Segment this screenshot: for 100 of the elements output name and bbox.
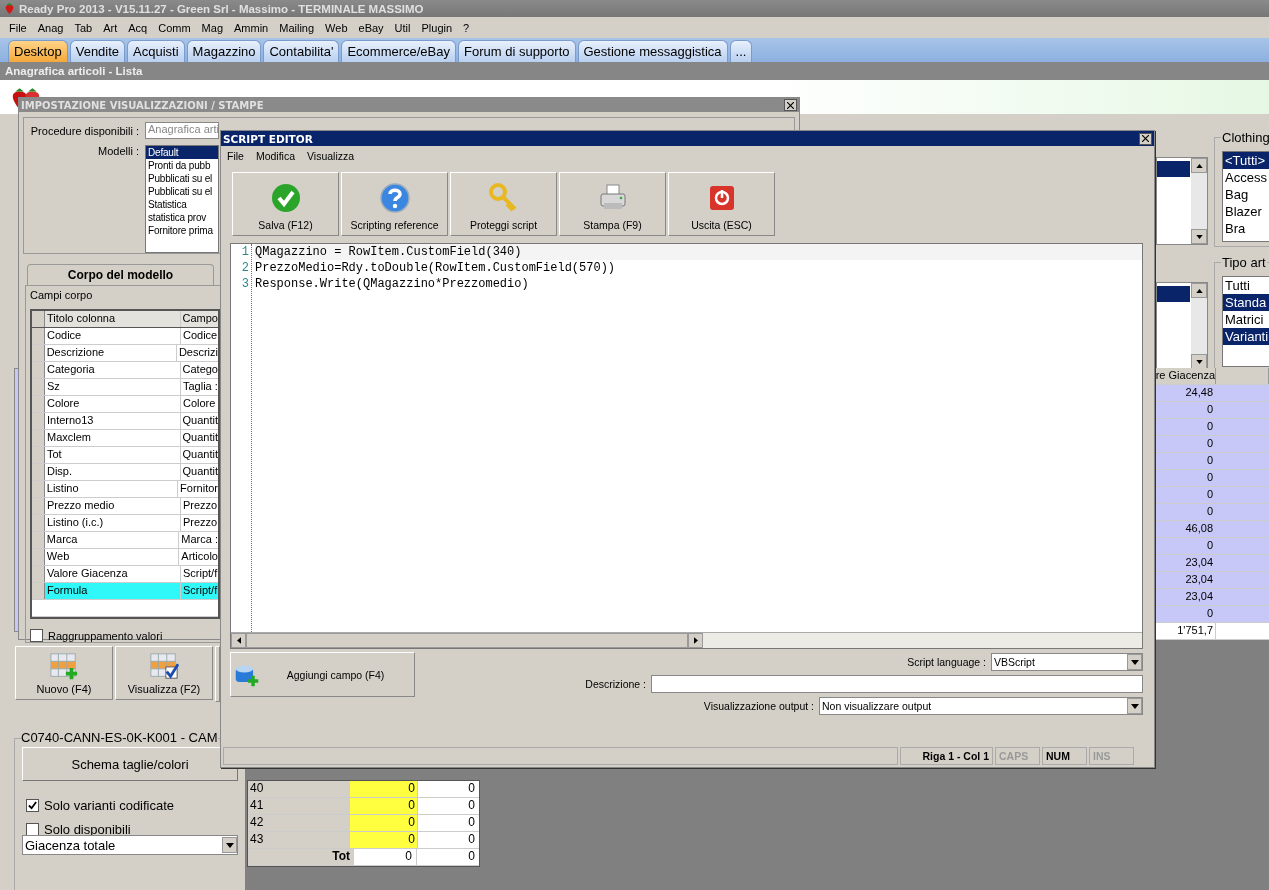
list-item[interactable]: Bag	[1223, 186, 1269, 203]
tab[interactable]: Ecommerce/eBay	[341, 40, 456, 62]
list-item[interactable]: Access	[1223, 169, 1269, 186]
checkbox[interactable]	[30, 629, 43, 642]
output-dropdown[interactable]: Non visualizzare output	[819, 697, 1143, 715]
table-cell[interactable]: Codice	[45, 328, 181, 344]
scroll-bar[interactable]	[1191, 158, 1207, 244]
tab[interactable]: Magazzino	[186, 40, 262, 62]
table-cell[interactable]: Interno13	[44, 413, 181, 429]
row-header[interactable]	[32, 498, 45, 514]
row-header[interactable]	[32, 532, 45, 548]
description-field[interactable]	[651, 675, 1143, 693]
toolbar-button[interactable]: Proteggi script	[450, 172, 557, 236]
scroll-down-icon[interactable]	[1191, 229, 1207, 244]
table-cell[interactable]: Prezzo	[181, 515, 218, 531]
table-cell[interactable]: Colore	[181, 396, 218, 412]
language-dropdown[interactable]: VBScript	[991, 653, 1143, 671]
add-field-button[interactable]: Aggiungi campo (F4)	[230, 652, 415, 697]
table-cell[interactable]: Marca :	[179, 532, 218, 548]
toolbar-button[interactable]: Uscita (ESC)	[668, 172, 775, 236]
menu-item[interactable]: Acq	[123, 21, 154, 34]
scroll-up-icon[interactable]	[1191, 283, 1207, 298]
table-row[interactable]: 0	[1155, 487, 1269, 504]
list-item[interactable]: statistica prov	[146, 211, 218, 224]
table-row[interactable]: 0	[1155, 402, 1269, 419]
row-header[interactable]	[32, 379, 45, 395]
row-header[interactable]	[32, 362, 45, 378]
tab[interactable]: Forum di supporto	[458, 40, 576, 62]
list-item[interactable]: Fornitore prima	[146, 224, 218, 237]
list-item[interactable]: Matrici	[1223, 311, 1269, 328]
row-header[interactable]	[32, 396, 45, 412]
list-item[interactable]: <Tutti>	[1223, 152, 1269, 169]
list-item[interactable]: Bra	[1223, 220, 1269, 237]
row-header[interactable]	[32, 464, 45, 480]
table-cell[interactable]: Fornitor	[178, 481, 218, 497]
table-row[interactable]: 0	[1155, 453, 1269, 470]
row-header[interactable]	[32, 583, 45, 599]
dropdown[interactable]: Giacenza totale	[22, 835, 238, 855]
row-header[interactable]	[32, 566, 45, 582]
table-cell[interactable]: Tot	[44, 447, 181, 463]
list-item[interactable]: Pronti da pubb	[146, 159, 218, 172]
row-header[interactable]	[32, 447, 45, 463]
list-item[interactable]: Default	[146, 146, 218, 159]
row-header[interactable]	[32, 413, 45, 429]
scroll-right-icon[interactable]	[688, 633, 703, 648]
menu-item[interactable]: File	[227, 150, 244, 162]
table-row[interactable]: 0	[1155, 470, 1269, 487]
column-header[interactable]: Campo	[180, 311, 218, 327]
list-box[interactable]	[1156, 157, 1208, 245]
table-row[interactable]: 0	[1155, 419, 1269, 436]
list-item[interactable]: Varianti	[1223, 328, 1269, 345]
table-cell[interactable]: Colore	[45, 396, 181, 412]
toolbar-button[interactable]: Scripting reference	[341, 172, 448, 236]
row-header[interactable]	[32, 481, 45, 497]
scroll-up-icon[interactable]	[1191, 158, 1207, 173]
table-cell[interactable]: Script/f	[181, 566, 218, 582]
row-header[interactable]	[32, 549, 45, 565]
menu-item[interactable]: File	[4, 21, 33, 34]
table-cell[interactable]: Listino (i.c.)	[45, 515, 181, 531]
toolbar-button[interactable]: Visualizza (F2)	[115, 646, 213, 700]
table-cell[interactable]: Maxclem	[44, 430, 181, 446]
scroll-bar[interactable]	[1191, 283, 1207, 369]
table-cell[interactable]: Prezzo	[181, 498, 218, 514]
table-cell[interactable]: Articolo	[179, 549, 218, 565]
table-cell[interactable]: Web	[44, 549, 180, 565]
tab[interactable]: Contabilita'	[263, 40, 340, 62]
menu-item[interactable]: eBay	[353, 21, 390, 34]
toolbar-button[interactable]: Salva (F12)	[232, 172, 339, 236]
menu-item[interactable]: Tab	[69, 21, 99, 34]
menu-item[interactable]: Visualizza	[307, 150, 355, 162]
table-row[interactable]: 46,08	[1155, 521, 1269, 538]
column-header[interactable]: Titolo colonna	[44, 311, 181, 327]
table-cell[interactable]: Descrizi	[176, 345, 218, 361]
list-item[interactable]: Pubblicati su el	[146, 172, 218, 185]
tab[interactable]: Vendite	[69, 40, 126, 62]
menu-item[interactable]: Ammin	[229, 21, 275, 34]
scroll-left-icon[interactable]	[231, 633, 246, 648]
scroll-thumb[interactable]	[246, 633, 688, 648]
table-row[interactable]: 0	[1155, 606, 1269, 623]
toolbar-button[interactable]	[215, 646, 220, 702]
menu-item[interactable]: Mailing	[274, 21, 321, 34]
table-cell[interactable]: Catego	[180, 362, 218, 378]
list-item[interactable]: Standa	[1223, 294, 1269, 311]
table-cell[interactable]: Marca	[44, 532, 180, 548]
tab[interactable]: Acquisti	[127, 40, 185, 62]
checkbox[interactable]	[26, 822, 39, 836]
table-row[interactable]: 0	[1155, 504, 1269, 521]
table-cell[interactable]: Quantit	[180, 413, 218, 429]
menu-item[interactable]: Modifica	[255, 150, 296, 162]
table-cell[interactable]: Descrizione	[44, 345, 177, 361]
table-cell[interactable]: Sz	[45, 379, 181, 395]
scroll-bar[interactable]	[231, 632, 1142, 648]
tab[interactable]: Desktop	[8, 40, 68, 62]
schema-button[interactable]: Schema taglie/colori	[22, 747, 238, 781]
list-item[interactable]: Blazer	[1223, 203, 1269, 220]
menu-item[interactable]: Art	[98, 21, 124, 34]
table-cell[interactable]: Quantit	[180, 430, 218, 446]
toolbar-button[interactable]: Stampa (F9)	[559, 172, 666, 236]
table-cell[interactable]: Quantit	[180, 464, 218, 480]
row-header[interactable]	[32, 328, 45, 344]
